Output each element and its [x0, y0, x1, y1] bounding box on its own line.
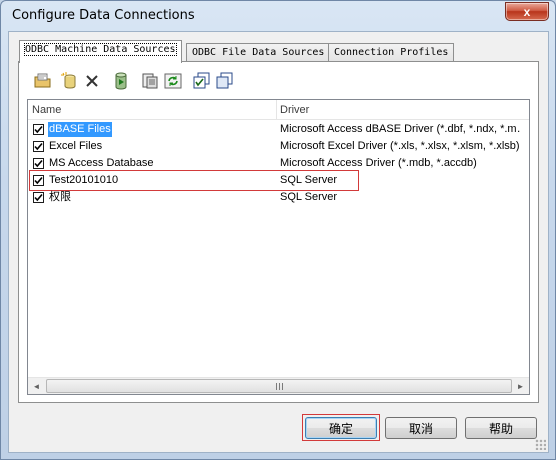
- dialog-client-area: ODBC Machine Data Sources ODBC File Data…: [8, 31, 549, 453]
- chevron-left-icon: ◄: [32, 381, 41, 391]
- delete-icon[interactable]: [81, 70, 103, 92]
- checkmark-icon: [34, 125, 43, 134]
- tab-label: ODBC Machine Data Sources: [24, 43, 177, 56]
- row-name: 权限: [49, 191, 71, 203]
- toolbar-separator: [55, 73, 56, 90]
- tab-odbc-machine-data-sources[interactable]: ODBC Machine Data Sources: [19, 40, 182, 63]
- horizontal-scrollbar[interactable]: ◄ ►: [28, 377, 529, 394]
- tab-connection-profiles[interactable]: Connection Profiles: [328, 43, 455, 62]
- tab-odbc-file-data-sources[interactable]: ODBC File Data Sources: [186, 43, 331, 62]
- toolbar-separator: [106, 73, 107, 90]
- title-bar[interactable]: Configure Data Connections x: [1, 1, 555, 31]
- checkmark-icon: [34, 159, 43, 168]
- highlight-box: [29, 170, 359, 191]
- column-header-name[interactable]: Name: [28, 100, 276, 120]
- open-folder-icon[interactable]: [32, 70, 54, 92]
- row-driver: Microsoft Access Driver (*.mdb, *.accdb): [280, 157, 477, 169]
- refresh-icon[interactable]: [162, 70, 184, 92]
- row-name: dBASE Files: [48, 122, 112, 137]
- checkmark-icon: [34, 193, 43, 202]
- window-title: Configure Data Connections: [12, 8, 195, 23]
- row-name: Excel Files: [49, 140, 103, 152]
- checkmark-icon: [34, 142, 43, 151]
- row-checkbox[interactable]: [33, 158, 44, 169]
- column-header-driver[interactable]: Driver: [276, 100, 529, 120]
- close-icon: x: [523, 4, 531, 19]
- toolbar-separator: [187, 73, 188, 90]
- ok-button[interactable]: 确定: [305, 417, 377, 439]
- cancel-button[interactable]: 取消: [385, 417, 457, 439]
- list-header: Name Driver: [28, 100, 529, 120]
- data-sources-list[interactable]: Name Driver dBASE Files Microsoft Access…: [27, 99, 530, 395]
- list-item[interactable]: dBASE Files Microsoft Access dBASE Drive…: [28, 121, 529, 138]
- run-icon[interactable]: [110, 70, 132, 92]
- chevron-right-icon: ►: [516, 381, 525, 391]
- list-item[interactable]: 权限 SQL Server: [28, 189, 529, 206]
- scroll-left-button[interactable]: ◄: [28, 378, 45, 394]
- row-name: MS Access Database: [49, 157, 154, 169]
- row-driver: Microsoft Access dBASE Driver (*.dbf, *.…: [280, 123, 520, 135]
- row-driver: SQL Server: [280, 191, 338, 203]
- new-database-icon[interactable]: [59, 70, 81, 92]
- check-all-icon[interactable]: [191, 70, 213, 92]
- copy-icon[interactable]: [214, 70, 236, 92]
- properties-icon[interactable]: [139, 70, 161, 92]
- resize-grip-icon[interactable]: [535, 439, 546, 450]
- grip-icon: [275, 382, 283, 390]
- help-button[interactable]: 帮助: [465, 417, 537, 439]
- tab-panel: Name Driver dBASE Files Microsoft Access…: [18, 61, 539, 403]
- list-item[interactable]: Excel Files Microsoft Excel Driver (*.xl…: [28, 138, 529, 155]
- scrollbar-thumb[interactable]: [46, 379, 512, 393]
- tab-label: Connection Profiles: [334, 47, 449, 58]
- configure-data-connections-dialog: Configure Data Connections x ODBC Machin…: [0, 0, 556, 460]
- toolbar-separator: [135, 73, 136, 90]
- row-checkbox[interactable]: [33, 192, 44, 203]
- row-driver: Microsoft Excel Driver (*.xls, *.xlsx, *…: [280, 140, 520, 152]
- row-checkbox[interactable]: [33, 124, 44, 135]
- close-button[interactable]: x: [505, 2, 549, 21]
- scroll-right-button[interactable]: ►: [512, 378, 529, 394]
- tab-label: ODBC File Data Sources: [192, 47, 325, 58]
- row-checkbox[interactable]: [33, 141, 44, 152]
